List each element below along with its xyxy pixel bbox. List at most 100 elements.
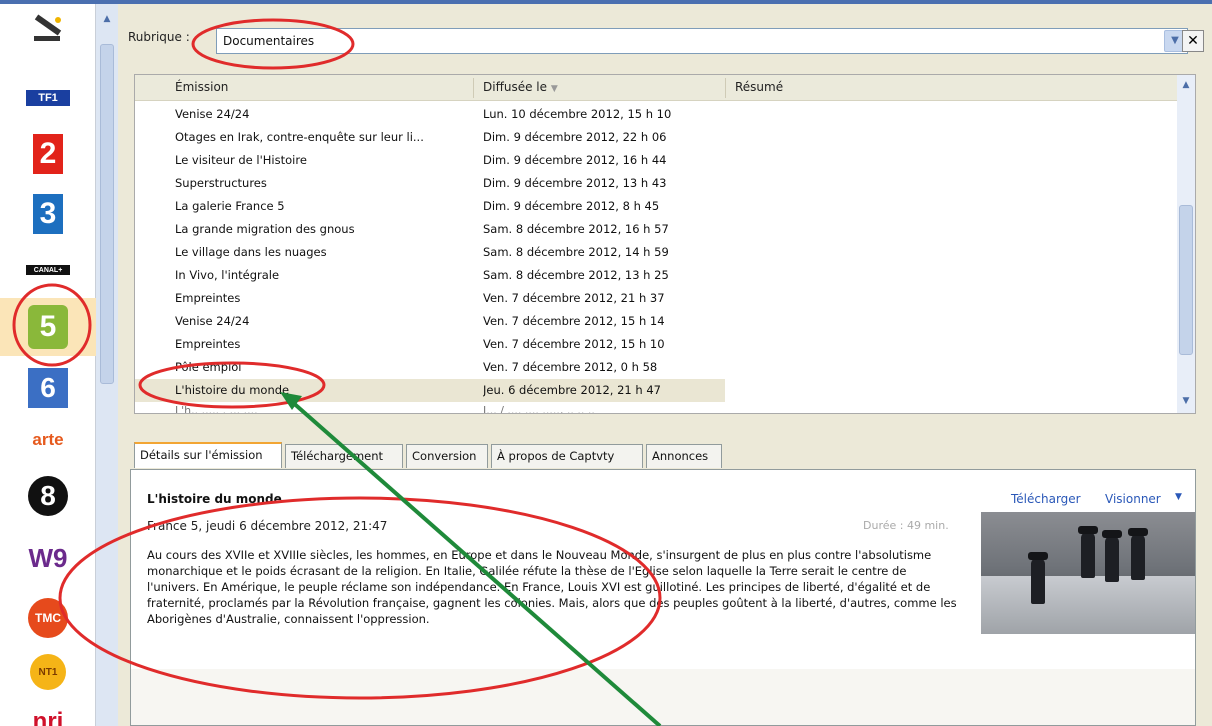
table-row[interactable]: Empreintes Ven. 7 décembre 2012, 21 h 37 — [135, 287, 725, 310]
row-date: Ven. 7 décembre 2012, 21 h 37 — [483, 291, 665, 305]
d8-logo-icon: 8 — [28, 476, 68, 516]
france3-logo-icon: 3 — [33, 194, 63, 234]
row-date: Sam. 8 décembre 2012, 14 h 59 — [483, 245, 669, 259]
sort-desc-icon: ▼ — [550, 84, 558, 94]
tmc-logo-icon: TMC — [28, 598, 68, 638]
channel-scrollbar[interactable]: ▲ — [96, 4, 118, 726]
row-date: Dim. 9 décembre 2012, 8 h 45 — [483, 199, 660, 213]
table-row[interactable]: La grande migration des gnous Sam. 8 déce… — [135, 218, 725, 241]
channel-w9-button[interactable]: W9 — [0, 530, 96, 586]
row-title-cutoff: L'h.. ..... . ... .... — [175, 404, 258, 414]
row-title: Empreintes — [175, 337, 241, 351]
thumbnail-figure — [1081, 532, 1095, 578]
arte-logo-icon: arte — [32, 430, 64, 449]
thumbnail-hat — [1028, 552, 1048, 560]
row-date: Lun. 10 décembre 2012, 15 h 10 — [483, 107, 672, 121]
channel-france5-button[interactable]: 5 — [0, 298, 96, 356]
thumbnail-hat — [1078, 526, 1098, 534]
watch-link[interactable]: Visionner — [1105, 492, 1161, 506]
main-panel: Rubrique : Documentaires ▼ ✕ Émission Di… — [118, 4, 1212, 726]
row-title: In Vivo, l'intégrale — [175, 268, 280, 282]
tab-conversion[interactable]: Conversion — [406, 444, 488, 468]
scrollbar-thumb[interactable] — [100, 44, 114, 384]
rubrique-select[interactable]: Documentaires ▼ — [216, 28, 1188, 54]
table-row[interactable]: Empreintes Ven. 7 décembre 2012, 15 h 10 — [135, 333, 725, 356]
programme-title: L'histoire du monde — [147, 492, 282, 506]
column-emission[interactable]: Émission — [175, 80, 228, 94]
app-window: TF1 2 3 CANAL+ 5 6 arte 8 W9 TMC NT1 nrj… — [0, 0, 1212, 726]
programme-thumbnail — [981, 512, 1195, 634]
scroll-down-icon[interactable]: ▼ — [1179, 393, 1193, 409]
channel-nt1-button[interactable]: NT1 — [0, 644, 96, 700]
channel-d8-button[interactable]: 8 — [0, 468, 96, 524]
scroll-up-icon[interactable]: ▲ — [100, 12, 114, 26]
row-title: Le visiteur de l'Histoire — [175, 153, 307, 167]
table-row[interactable]: Otages en Irak, contre-enquête sur leur … — [135, 126, 725, 149]
table-row[interactable]: L'histoire du monde Jeu. 6 décembre 2012,… — [135, 379, 725, 402]
wand-tool-icon — [34, 14, 62, 41]
channel-france3-button[interactable]: 3 — [0, 186, 96, 242]
row-date: Jeu. 6 décembre 2012, 21 h 47 — [483, 383, 661, 397]
row-title: Venise 24/24 — [175, 314, 250, 328]
channel-tools-button[interactable] — [0, 4, 96, 60]
table-row[interactable]: Venise 24/24 Ven. 7 décembre 2012, 15 h 1… — [135, 310, 725, 333]
canalplus-logo-icon: CANAL+ — [26, 265, 70, 275]
column-divider — [725, 78, 726, 98]
france2-logo-icon: 2 — [33, 134, 63, 174]
table-row[interactable]: Pôle emploi Ven. 7 décembre 2012, 0 h 58 — [135, 356, 725, 379]
list-scrollbar[interactable]: ▲ ▼ — [1177, 75, 1195, 413]
row-date-cutoff: J... / .... .... ....., .. .. .. — [483, 404, 595, 414]
m6-logo-icon: 6 — [28, 368, 68, 408]
row-title: Superstructures — [175, 176, 267, 190]
scrollbar-thumb[interactable] — [1179, 205, 1193, 355]
channel-sidebar: TF1 2 3 CANAL+ 5 6 arte 8 W9 TMC NT1 nrj — [0, 4, 96, 726]
channel-m6-button[interactable]: 6 — [0, 360, 96, 416]
row-title: L'histoire du monde — [175, 383, 290, 397]
table-row[interactable]: La galerie France 5 Dim. 9 décembre 2012,… — [135, 195, 725, 218]
channel-arte-button[interactable]: arte — [0, 412, 96, 468]
row-date: Dim. 9 décembre 2012, 13 h 43 — [483, 176, 667, 190]
tab-details[interactable]: Détails sur l'émission — [134, 442, 282, 468]
table-row[interactable]: Le village dans les nuages Sam. 8 décembr… — [135, 241, 725, 264]
row-title: Le village dans les nuages — [175, 245, 327, 259]
table-row[interactable]: In Vivo, l'intégrale Sam. 8 décembre 2012… — [135, 264, 725, 287]
row-date: Sam. 8 décembre 2012, 16 h 57 — [483, 222, 669, 236]
row-date: Dim. 9 décembre 2012, 16 h 44 — [483, 153, 667, 167]
tab-telechargement[interactable]: Téléchargement — [285, 444, 403, 468]
channel-canalplus-button[interactable]: CANAL+ — [0, 242, 96, 298]
france5-logo-icon: 5 — [28, 305, 68, 349]
column-resume[interactable]: Résumé — [735, 80, 783, 94]
channel-nrj12-button[interactable]: nrj — [0, 694, 96, 726]
channel-france2-button[interactable]: 2 — [0, 126, 96, 182]
row-title: La galerie France 5 — [175, 199, 285, 213]
row-date: Dim. 9 décembre 2012, 22 h 06 — [483, 130, 667, 144]
channel-tf1-button[interactable]: TF1 — [0, 70, 96, 126]
w9-logo-icon: W9 — [28, 542, 68, 573]
row-date: Ven. 7 décembre 2012, 15 h 10 — [483, 337, 665, 351]
rubrique-value: Documentaires — [223, 34, 315, 48]
column-divider — [473, 78, 474, 98]
tab-annonces[interactable]: Annonces — [646, 444, 722, 468]
column-diffusee[interactable]: Diffusée le ▼ — [483, 80, 558, 94]
details-footer — [131, 669, 1195, 725]
download-link[interactable]: Télécharger — [1011, 492, 1081, 506]
nrj12-logo-icon: nrj — [32, 708, 64, 726]
channel-tmc-button[interactable]: TMC — [0, 590, 96, 646]
row-title: Venise 24/24 — [175, 107, 250, 121]
thumbnail-hat — [1128, 528, 1148, 536]
table-row[interactable]: Superstructures Dim. 9 décembre 2012, 13 … — [135, 172, 725, 195]
tab-a-propos[interactable]: À propos de Captvty — [491, 444, 643, 468]
programme-list[interactable]: Émission Diffusée le ▼ Résumé Venise 24/… — [134, 74, 1196, 414]
programme-duration: Durée : 49 min. — [863, 519, 949, 532]
thumbnail-floor — [981, 576, 1195, 634]
row-date: Ven. 7 décembre 2012, 15 h 14 — [483, 314, 665, 328]
table-row[interactable]: Le visiteur de l'Histoire Dim. 9 décembre… — [135, 149, 725, 172]
table-row-partial[interactable]: L'h.. ..... . ... .... J... / .... .... … — [135, 404, 725, 414]
thumbnail-hat — [1102, 530, 1122, 538]
chevron-down-icon[interactable]: ▼ — [1175, 492, 1182, 502]
scroll-up-icon[interactable]: ▲ — [1179, 77, 1193, 93]
list-header: Émission Diffusée le ▼ Résumé — [135, 75, 1179, 101]
close-icon[interactable]: ✕ — [1182, 30, 1204, 52]
table-row[interactable]: Venise 24/24 Lun. 10 décembre 2012, 15 h … — [135, 103, 725, 126]
nt1-logo-icon: NT1 — [30, 654, 66, 690]
